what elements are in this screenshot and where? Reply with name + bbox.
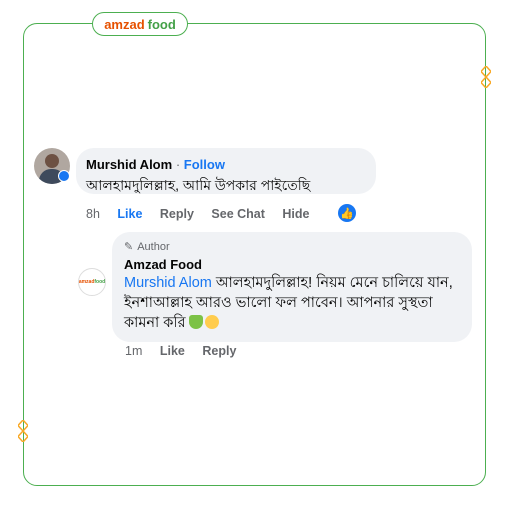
- diamond-chain-icon: [18, 420, 28, 442]
- reply-text: Murshid Alom আলহামদুলিল্লাহ! নিয়ম মেনে …: [124, 273, 464, 333]
- like-reaction-icon[interactable]: 👍: [338, 204, 356, 222]
- separator-dot: ·: [175, 157, 181, 172]
- commenter-name[interactable]: Murshid Alom: [86, 157, 172, 172]
- like-button[interactable]: Like: [160, 344, 185, 358]
- brand-logo-part2: food: [147, 16, 176, 32]
- smiling-face-icon: [204, 315, 219, 329]
- reply-author-name[interactable]: Amzad Food: [124, 257, 202, 272]
- see-chat-button[interactable]: See Chat: [211, 207, 265, 221]
- verified-badge-icon: [58, 170, 70, 182]
- reply-time[interactable]: 1m: [125, 344, 142, 358]
- follow-button[interactable]: Follow: [184, 157, 225, 172]
- page-avatar[interactable]: amzad food: [78, 268, 106, 296]
- brand-logo-part1: amzad: [104, 16, 145, 32]
- comment-text: আলহামদুলিল্লাহ, আমি উপকার পাইতেছি: [86, 177, 311, 193]
- brand-logo: amzad food: [92, 12, 188, 36]
- author-badge: ✎ Author: [124, 240, 170, 253]
- comment-bubble: Murshid Alom · Follow আলহামদুলিল্লাহ, আম…: [76, 148, 376, 194]
- author-label: Author: [137, 241, 170, 253]
- comment-header: Murshid Alom · Follow: [86, 157, 225, 172]
- page-avatar-text1: amzad: [78, 279, 95, 285]
- comment-time[interactable]: 8h: [86, 207, 100, 221]
- reply-bubble: ✎ Author Amzad Food Murshid Alom আলহামদুল…: [112, 232, 472, 342]
- like-button[interactable]: Like: [117, 207, 142, 221]
- reply-button[interactable]: Reply: [160, 207, 194, 221]
- page-avatar-text2: food: [94, 279, 106, 285]
- green-heart-icon: [188, 315, 203, 329]
- mention-link[interactable]: Murshid Alom: [124, 275, 212, 291]
- reply-button[interactable]: Reply: [202, 344, 236, 358]
- avatar-head: [45, 154, 59, 168]
- hide-button[interactable]: Hide: [282, 207, 309, 221]
- diamond-chain-icon: [481, 66, 491, 88]
- pencil-icon: ✎: [124, 241, 134, 253]
- comment-actions: 8h Like Reply See Chat Hide: [86, 207, 324, 221]
- reply-actions: 1m Like Reply: [125, 344, 250, 358]
